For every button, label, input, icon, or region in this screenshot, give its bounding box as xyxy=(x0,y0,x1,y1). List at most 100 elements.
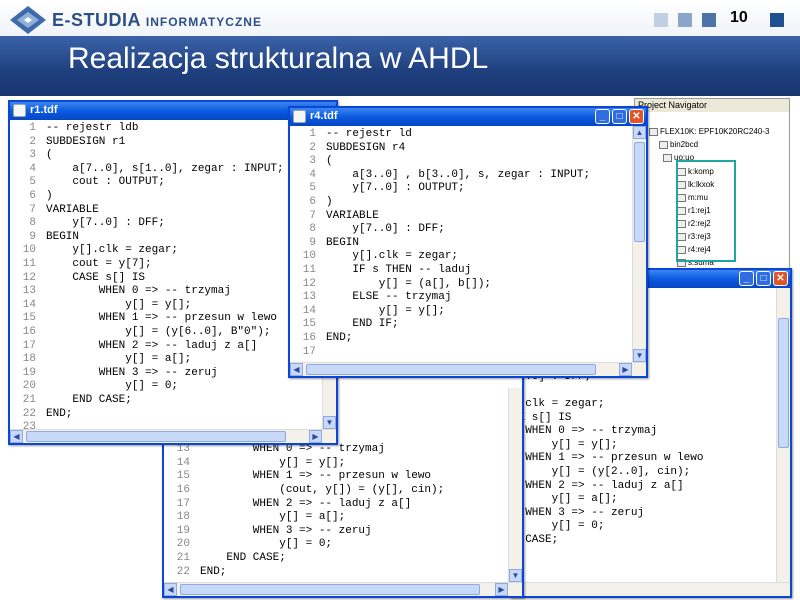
code-line[interactable]: 18 y[] = a[]; xyxy=(164,511,508,524)
scroll-left-button[interactable]: ◀ xyxy=(290,363,303,376)
code-line[interactable]: 14 y[] = y[]; xyxy=(10,299,322,312)
code-line[interactable]: 6) xyxy=(290,196,632,209)
code-line[interactable]: 18 y[] = a[]; xyxy=(10,353,322,366)
code-line[interactable]: 20 y[] = 0; xyxy=(10,380,322,393)
minimize-button[interactable]: _ xyxy=(739,271,754,286)
navigator-item[interactable]: bin2bcd xyxy=(659,140,698,149)
code-line[interactable]: 10 y[].clk = zegar; xyxy=(10,244,322,257)
scroll-up-button[interactable]: ▲ xyxy=(633,126,646,139)
code-line[interactable]: y[] = (y[2..0], cin); xyxy=(512,466,776,479)
code-line[interactable]: 23 xyxy=(10,421,322,429)
code-line[interactable]: 13 WHEN 0 => -- trzymaj xyxy=(164,443,508,456)
code-line[interactable]: 15 END IF; xyxy=(290,318,632,331)
horizontal-scrollbar[interactable]: ◀ ▶ xyxy=(290,362,646,376)
code-line[interactable]: y[] = 0; xyxy=(512,520,776,533)
scroll-left-button[interactable]: ◀ xyxy=(164,583,177,596)
code-line[interactable]: WHEN 3 => -- zeruj xyxy=(512,507,776,520)
close-button[interactable]: ✕ xyxy=(773,271,788,286)
navigator-item[interactable]: FLEX10K: EPF10K20RC240-3 xyxy=(649,127,769,136)
horizontal-scrollbar[interactable]: ◀ ▶ xyxy=(164,582,522,596)
code-line[interactable]: 4 a[3..0] , b[3..0], s, zegar : INPUT; xyxy=(290,169,632,182)
minimize-button[interactable]: _ xyxy=(595,109,610,124)
horizontal-scrollbar[interactable]: ◀ ▶ xyxy=(10,429,336,443)
code-line[interactable]: 15 WHEN 1 => -- przesun w lewo xyxy=(164,470,508,483)
close-button[interactable]: ✕ xyxy=(629,109,644,124)
scroll-left-button[interactable]: ◀ xyxy=(10,430,23,443)
code-line[interactable]: 15 WHEN 1 => -- przesun w lewo xyxy=(10,312,322,325)
code-line[interactable]: 8 y[7..0] : DFF; xyxy=(290,223,632,236)
scroll-right-button[interactable]: ▶ xyxy=(495,583,508,596)
code-line[interactable]: 3( xyxy=(290,155,632,168)
vertical-scrollbar[interactable]: ▲ ▼ xyxy=(632,126,646,362)
code-line[interactable]: 10 y[].clk = zegar; xyxy=(290,250,632,263)
code-area[interactable]: 1 -- rejestr ldb 2 SUBDESIGN r1 3(4 a[7..0],… xyxy=(10,120,322,429)
code-line[interactable]: 7 VARIABLE xyxy=(10,204,322,217)
code-line[interactable]: WHEN 0 => -- trzymaj xyxy=(512,425,776,438)
code-line[interactable]: y[] = a[]; xyxy=(512,493,776,506)
code-line[interactable]: 17 xyxy=(290,346,632,359)
code-line[interactable]: 5 y[7..0] : OUTPUT; xyxy=(290,182,632,195)
horizontal-scrollbar[interactable] xyxy=(512,582,790,596)
code-line[interactable]: 14 y[] = y[]; xyxy=(290,305,632,318)
code-line[interactable]: 16 END; xyxy=(290,332,632,345)
vertical-scrollbar[interactable]: ▼ xyxy=(508,388,522,582)
code-line[interactable]: 19 WHEN 3 => -- zeruj xyxy=(164,525,508,538)
code-line[interactable]: ].clk = zegar; xyxy=(512,398,776,411)
code-line[interactable]: 1 -- rejestr ldb xyxy=(10,122,322,135)
code-line[interactable]: 1 -- rejestr ld xyxy=(290,128,632,141)
code-line[interactable]: 5 cout : OUTPUT; xyxy=(10,176,322,189)
vertical-scrollbar[interactable] xyxy=(776,288,790,582)
line-number: 19 xyxy=(22,366,36,379)
scroll-down-button[interactable]: ▼ xyxy=(633,349,646,362)
code-line[interactable]: WHEN 2 => -- laduj z a[] xyxy=(512,480,776,493)
maximize-button[interactable]: □ xyxy=(612,109,627,124)
code-line[interactable]: 6) xyxy=(10,190,322,203)
code-text: WHEN 1 => -- przesun w lewo xyxy=(200,470,432,483)
code-line[interactable]: 12 CASE s[] IS xyxy=(10,272,322,285)
line-number: 17 xyxy=(22,339,36,352)
code-line[interactable]: 16 y[] = (y[6..0], B"0"); xyxy=(10,326,322,339)
code-line[interactable]: WHEN 1 => -- przesun w lewo xyxy=(512,452,776,465)
code-line[interactable]: 17 WHEN 2 => -- laduj z a[] xyxy=(164,498,508,511)
code-text: WHEN 2 => -- laduj z a[] xyxy=(512,479,684,492)
code-line[interactable]: 11 cout = y[7]; xyxy=(10,258,322,271)
code-line[interactable]: 20 y[] = 0; xyxy=(164,538,508,551)
code-line[interactable]: 14 y[] = y[]; xyxy=(164,457,508,470)
code-line[interactable]: 9 BEGIN xyxy=(290,237,632,250)
line-number: 15 xyxy=(22,312,36,325)
maximize-button[interactable]: □ xyxy=(756,271,771,286)
code-line[interactable]: y[] = y[]; xyxy=(512,439,776,452)
code-line[interactable]: 11 IF s THEN -- laduj xyxy=(290,264,632,277)
code-line[interactable]: SE s[] IS xyxy=(512,412,776,425)
window-titlebar[interactable]: r4.tdf _ □ ✕ xyxy=(290,108,646,126)
code-line[interactable]: 2 SUBDESIGN r1 xyxy=(10,136,322,149)
scroll-right-button[interactable]: ▶ xyxy=(309,430,322,443)
scroll-down-button[interactable]: ▼ xyxy=(323,416,336,429)
scroll-right-button[interactable]: ▶ xyxy=(619,363,632,376)
code-line[interactable]: 4 a[7..0], s[1..0], zegar : INPUT; xyxy=(10,163,322,176)
scroll-down-button[interactable]: ▼ xyxy=(509,569,522,582)
code-line[interactable]: 22 END; xyxy=(10,408,322,421)
code-line[interactable]: 12 y[] = (a[], b[]); xyxy=(290,278,632,291)
code-line[interactable]: 16 (cout, y[]) = (y[], cin); xyxy=(164,484,508,497)
code-line[interactable]: 21 END CASE; xyxy=(164,552,508,565)
line-number: 9 xyxy=(29,230,36,243)
code-line[interactable]: 22 END; xyxy=(164,566,508,579)
code-line[interactable]: 13 ELSE -- trzymaj xyxy=(290,291,632,304)
code-line[interactable]: 17 WHEN 2 => -- laduj z a[] xyxy=(10,340,322,353)
code-line[interactable]: 9 BEGIN xyxy=(10,231,322,244)
code-line[interactable]: D CASE; xyxy=(512,534,776,547)
header-square xyxy=(770,13,784,27)
code-area[interactable]: 1 -- rejestr ld 2 SUBDESIGN r4 3(4 a[3..0] ,… xyxy=(290,126,632,362)
code-line[interactable]: 7 VARIABLE xyxy=(290,210,632,223)
code-line[interactable]: 2 SUBDESIGN r4 xyxy=(290,142,632,155)
code-line[interactable]: 3( xyxy=(10,149,322,162)
code-line[interactable] xyxy=(512,384,776,397)
line-number: 13 xyxy=(22,285,36,298)
code-line[interactable]: 19 WHEN 3 => -- zeruj xyxy=(10,367,322,380)
code-line[interactable]: 8 y[7..0] : DFF; xyxy=(10,217,322,230)
code-line[interactable]: 21 END CASE; xyxy=(10,394,322,407)
editor-window-r4[interactable]: r4.tdf _ □ ✕ 1 -- rejestr ld 2 SUBDESIGN r4… xyxy=(288,106,648,378)
code-line[interactable]: 13 WHEN 0 => -- trzymaj xyxy=(10,285,322,298)
line-number: 2 xyxy=(309,141,316,154)
